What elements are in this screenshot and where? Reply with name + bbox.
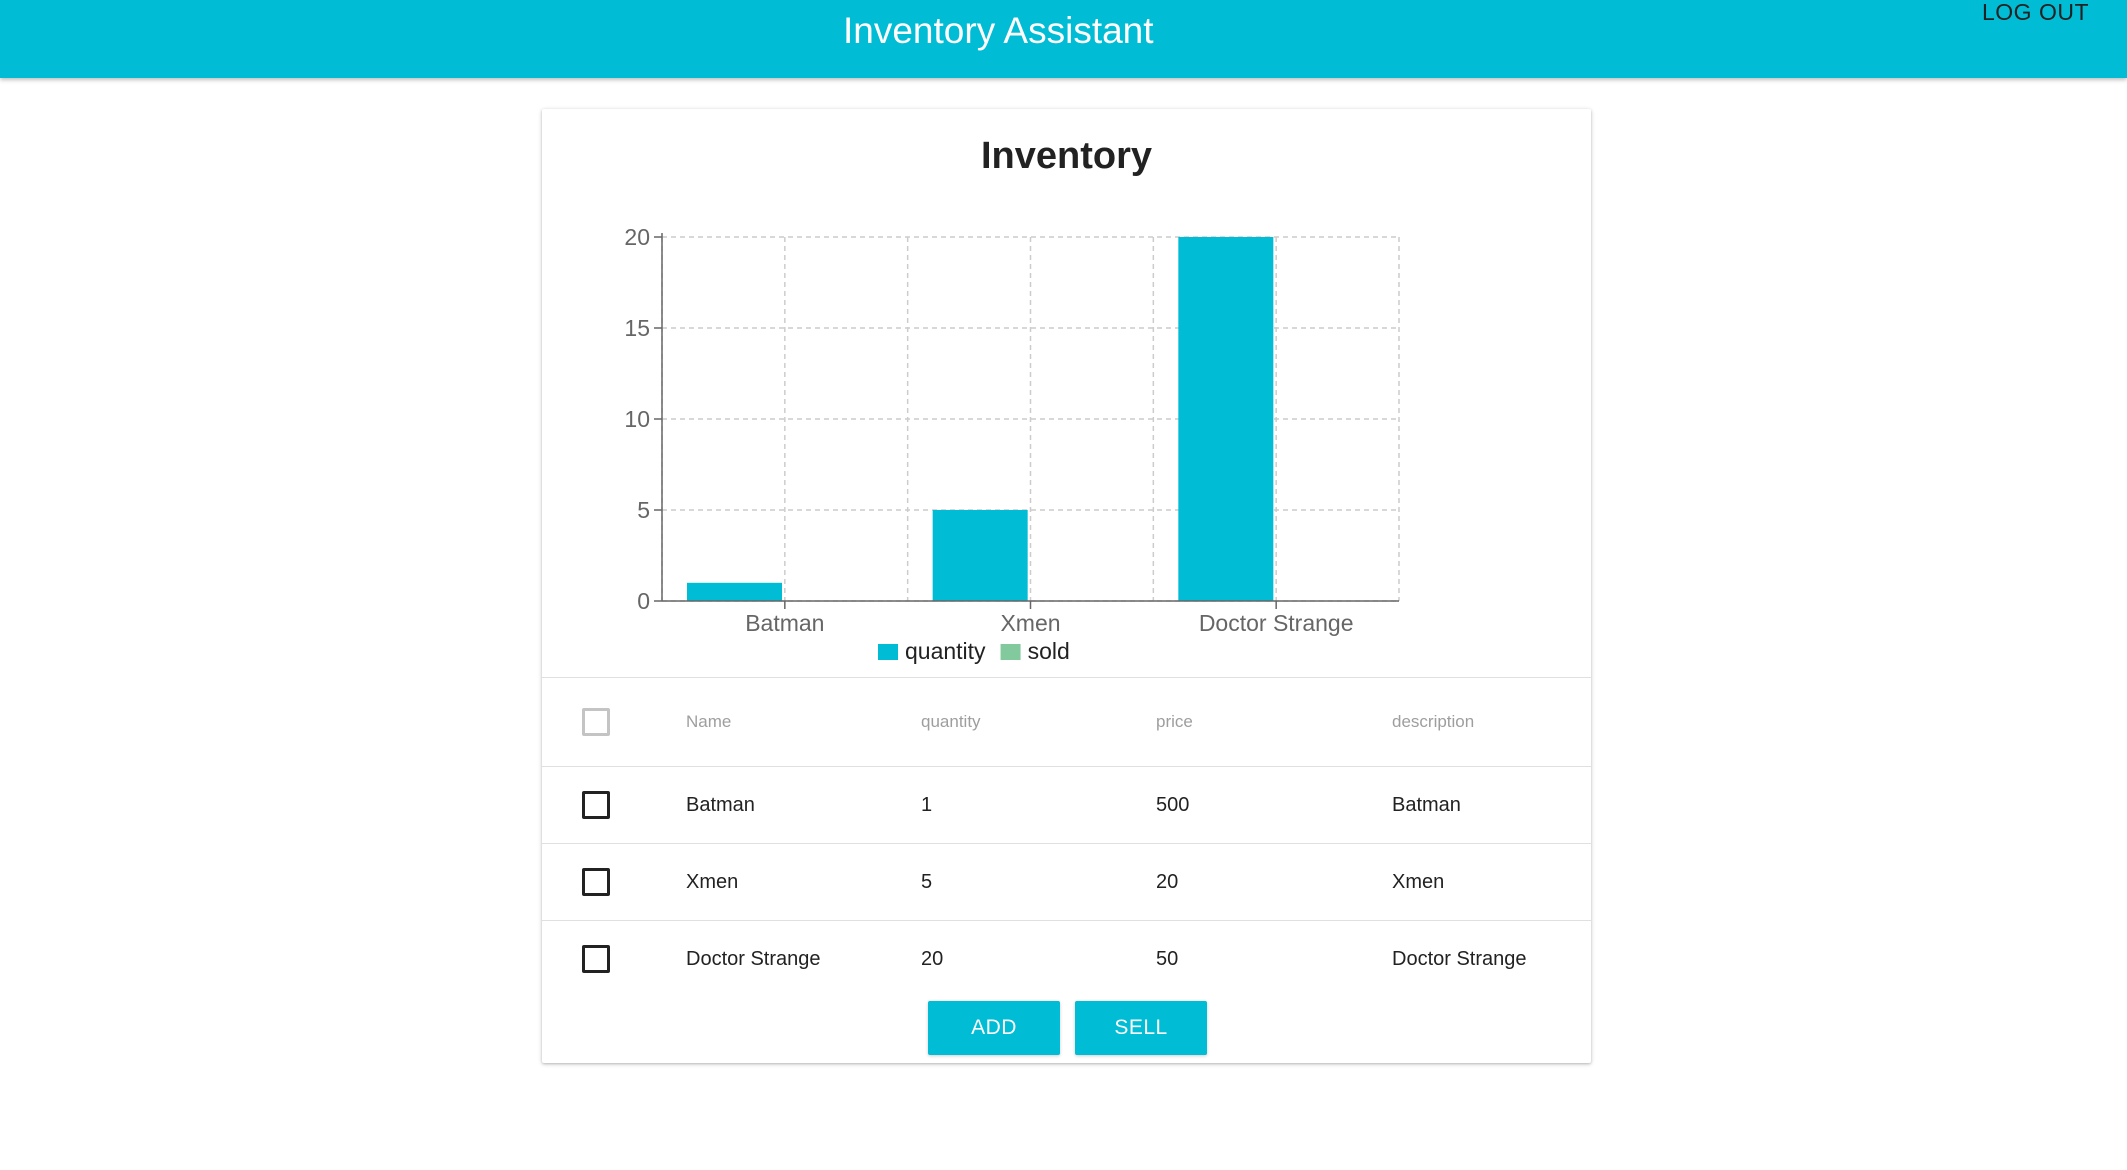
row-checkbox[interactable] bbox=[582, 945, 610, 973]
cell-description: Batman bbox=[1392, 793, 1461, 816]
x-tick-label: Xmen bbox=[1000, 610, 1060, 636]
cell-description: Doctor Strange bbox=[1392, 947, 1527, 970]
legend-swatch-quantity bbox=[878, 644, 898, 660]
cell-name: Batman bbox=[686, 793, 755, 816]
y-tick-label: 10 bbox=[624, 406, 650, 432]
cell-name: Xmen bbox=[686, 870, 739, 893]
row-checkbox[interactable] bbox=[582, 791, 610, 819]
column-header-description[interactable]: description bbox=[1392, 678, 1474, 766]
table-row[interactable]: Doctor Strange 20 50 Doctor Strange bbox=[542, 920, 1591, 997]
y-tick-label: 0 bbox=[637, 588, 650, 614]
table-header-row: Name quantity price description bbox=[542, 677, 1591, 766]
table-row[interactable]: Xmen 5 20 Xmen bbox=[542, 843, 1591, 920]
row-checkbox[interactable] bbox=[582, 868, 610, 896]
cell-quantity: 1 bbox=[921, 793, 933, 816]
add-button[interactable]: ADD bbox=[928, 1001, 1060, 1055]
app-bar: Inventory Assistant LOG OUT bbox=[0, 0, 2127, 78]
inventory-bar-chart: 0 5 10 15 20 Batman Xmen Doctor Strange quantit… bbox=[624, 224, 1400, 664]
x-tick-label: Doctor Strange bbox=[1199, 610, 1354, 636]
cell-description: Xmen bbox=[1392, 870, 1445, 893]
cell-price: 20 bbox=[1156, 870, 1179, 893]
bar-quantity bbox=[1178, 237, 1274, 601]
column-header-name[interactable]: Name bbox=[686, 678, 731, 766]
sell-button[interactable]: SELL bbox=[1075, 1001, 1207, 1055]
table-row[interactable]: Batman 1 500 Batman bbox=[542, 766, 1591, 843]
y-tick-label: 20 bbox=[624, 224, 650, 250]
cell-name: Doctor Strange bbox=[686, 947, 821, 970]
column-header-price[interactable]: price bbox=[1156, 678, 1193, 766]
inventory-card: Inventory 0 5 10 15 20 Batman Xmen Doctor Stran… bbox=[542, 109, 1591, 1063]
cell-price: 500 bbox=[1156, 793, 1190, 816]
legend-label-sold: sold bbox=[1028, 638, 1070, 664]
inventory-table: Name quantity price description Batman 1… bbox=[542, 677, 1591, 997]
action-buttons: ADD SELL bbox=[542, 1001, 1591, 1055]
bar-quantity bbox=[932, 510, 1028, 601]
cell-quantity: 20 bbox=[921, 947, 944, 970]
bar-quantity bbox=[687, 582, 782, 601]
column-header-quantity[interactable]: quantity bbox=[921, 678, 981, 766]
app-title: Inventory Assistant bbox=[843, 10, 1154, 51]
cell-price: 50 bbox=[1156, 947, 1179, 970]
cell-quantity: 5 bbox=[921, 870, 933, 893]
select-all-checkbox[interactable] bbox=[582, 708, 610, 736]
x-tick-label: Batman bbox=[745, 610, 824, 636]
legend-label-quantity: quantity bbox=[905, 638, 986, 664]
logout-button[interactable]: LOG OUT bbox=[1982, 0, 2089, 24]
legend-swatch-sold bbox=[1000, 644, 1021, 660]
y-tick-label: 5 bbox=[637, 497, 650, 523]
y-tick-label: 15 bbox=[624, 315, 650, 341]
